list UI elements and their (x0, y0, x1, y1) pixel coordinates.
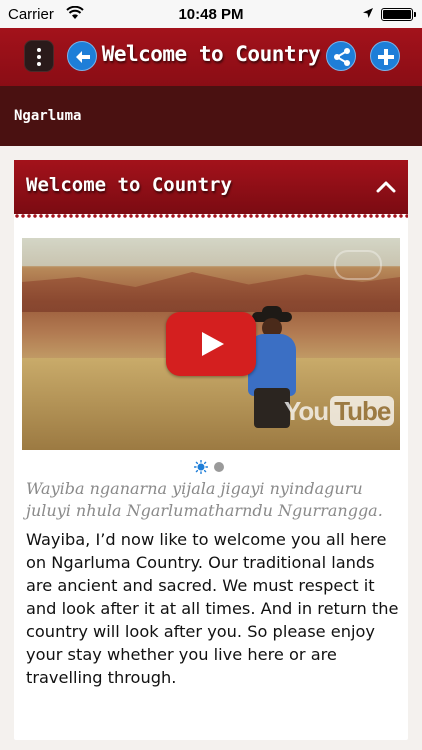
status-bar: Carrier 10:48 PM (0, 0, 422, 28)
plus-icon (378, 49, 394, 65)
battery-icon (381, 8, 416, 21)
youtube-logo: You Tube (284, 396, 395, 427)
location-arrow-icon (363, 8, 373, 18)
share-button[interactable] (326, 41, 356, 71)
status-time: 10:48 PM (178, 6, 244, 23)
vertical-dots-icon (37, 48, 41, 66)
add-button[interactable] (370, 41, 400, 71)
page-title: Welcome to Country (101, 42, 321, 66)
share-icon (334, 48, 350, 66)
content-card: Welcome to Country You Tube Wayiba nganar… (14, 160, 408, 740)
video-player[interactable]: You Tube (22, 238, 400, 450)
menu-button[interactable] (24, 40, 54, 72)
english-text: Wayiba, I’d now like to welcome you all … (26, 530, 399, 687)
app-header: Welcome to Country (0, 28, 422, 86)
language-name: Ngarluma (14, 108, 82, 124)
language-subheader: Ngarluma (0, 86, 422, 146)
section-header[interactable]: Welcome to Country (14, 160, 408, 218)
chevron-up-icon[interactable] (376, 180, 396, 194)
back-button[interactable] (67, 41, 97, 71)
section-title: Welcome to Country (26, 174, 232, 196)
inactive-page-dot[interactable] (214, 462, 224, 472)
watermark-logo (334, 250, 382, 280)
play-icon[interactable] (166, 312, 256, 376)
active-page-dot-icon (194, 460, 208, 474)
language-text: Wayiba nganarna yijala jigayi nyindaguru… (26, 479, 383, 520)
arrow-left-icon (76, 51, 90, 63)
